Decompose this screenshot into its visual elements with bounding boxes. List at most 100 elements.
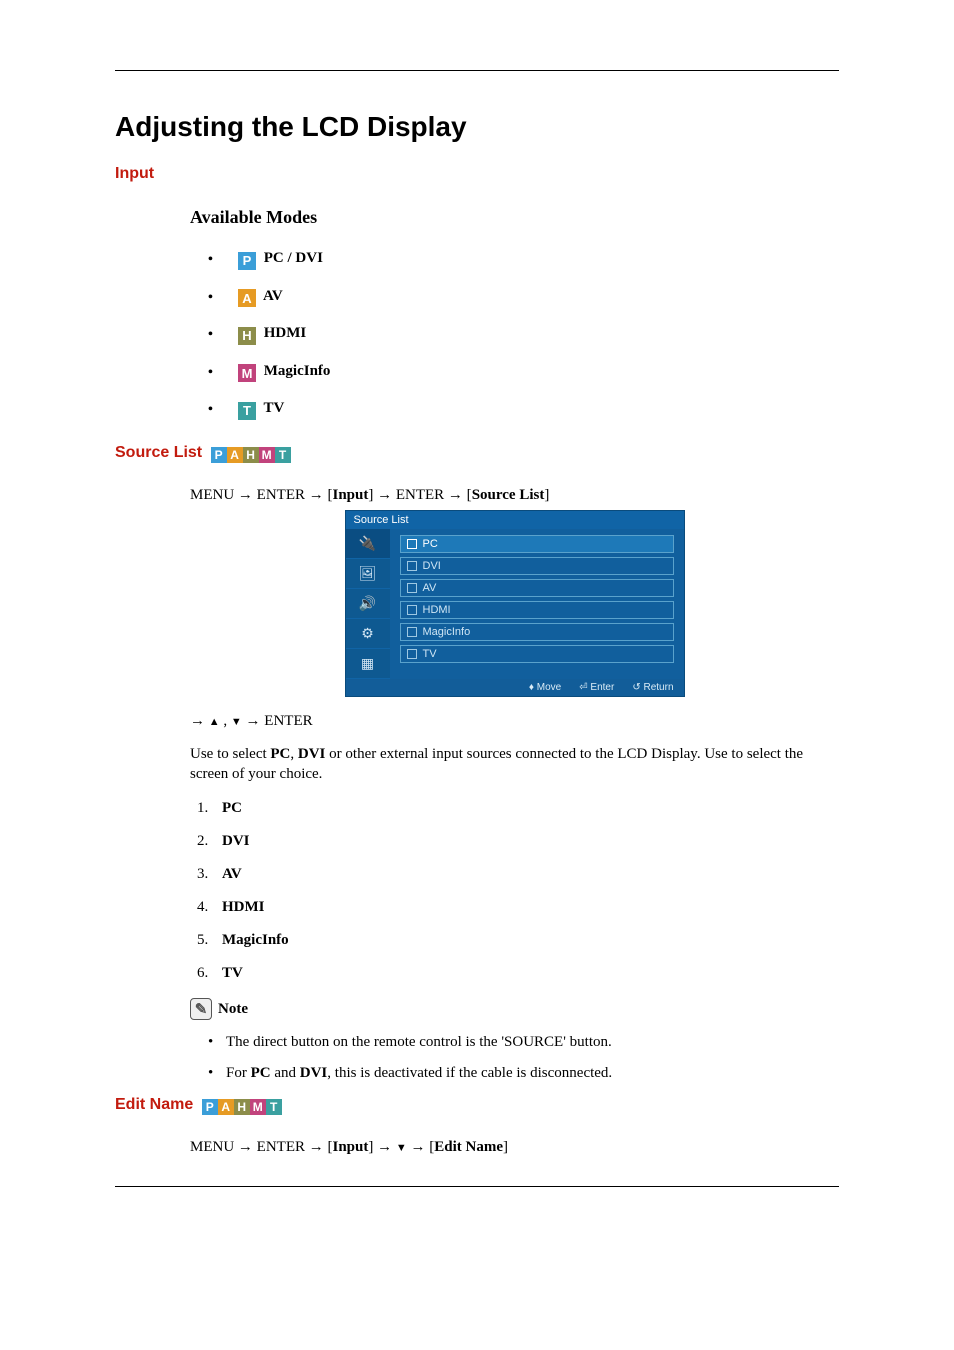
path-text: ] → — [368, 1139, 396, 1155]
osd-item-selected: PC — [400, 535, 674, 553]
list-item: TV — [212, 965, 839, 982]
osd-side-sound-icon: 🔊 — [346, 589, 390, 619]
osd-body: 🔌 🖼 🔊 ⚙ ▦ PC DVI AV HDMI MagicInfo TV — [346, 529, 684, 679]
mode-chip-m-icon: M — [238, 364, 256, 382]
note-heading: ✎ Note — [190, 998, 839, 1020]
osd-foot-enter: ⏎ Enter — [579, 682, 614, 693]
osd-item-label: TV — [423, 648, 437, 660]
note-text: and — [271, 1065, 300, 1081]
section-input: Input — [115, 165, 839, 183]
osd-title: Source List — [346, 511, 684, 529]
mode-chip-h-icon: H — [238, 327, 256, 345]
path-text: MENU → ENTER → [ — [190, 1139, 333, 1155]
osd-foot-move: ♦ Move — [529, 682, 561, 693]
note-label: Note — [218, 1001, 248, 1018]
osd-foot-label: Move — [537, 682, 561, 693]
mode-chip-h-icon: H — [234, 1099, 250, 1115]
section-edit-name-label: Edit Name — [115, 1096, 193, 1113]
section-input-label: Input — [115, 165, 154, 182]
list-item: HDMI — [212, 899, 839, 916]
mode-chip-m-icon: M — [259, 447, 275, 463]
osd-item: AV — [400, 579, 674, 597]
mode-chips-row: P A H M T — [211, 447, 291, 463]
note-text: For — [226, 1065, 251, 1081]
path-text: ] — [544, 487, 549, 503]
ctrl-text: → — [190, 713, 209, 729]
check-icon — [407, 583, 417, 593]
mode-label: HDMI — [264, 325, 307, 341]
section-edit-name: Edit Name P A H M T — [115, 1096, 839, 1115]
list-item: AV — [212, 866, 839, 883]
mode-label: TV — [263, 400, 284, 416]
path-text: ] → ENTER → [ — [368, 487, 471, 503]
mode-chip-a-icon: A — [238, 289, 256, 307]
path-bold: Input — [333, 1139, 369, 1155]
osd-item-label: PC — [423, 538, 438, 550]
path-text: MENU → ENTER → [ — [190, 487, 333, 503]
check-icon — [407, 561, 417, 571]
up-arrow-icon: ▲ — [209, 716, 220, 728]
check-icon — [407, 539, 417, 549]
mode-chip-a-icon: A — [227, 447, 243, 463]
control-sequence: → ▲ , ▼ → ENTER — [190, 713, 839, 730]
ctrl-text: , — [220, 713, 231, 729]
list-item-label: TV — [222, 965, 243, 981]
osd-screenshot: Source List 🔌 🖼 🔊 ⚙ ▦ PC DVI AV HDMI Mag… — [345, 510, 685, 697]
section-source-list-label: Source List — [115, 444, 202, 461]
check-icon — [407, 649, 417, 659]
path-bold: Input — [333, 487, 369, 503]
section-source-list: Source List P A H M T — [115, 444, 839, 463]
path-text: ] — [503, 1139, 508, 1155]
list-item: MagicInfo — [212, 932, 839, 949]
mode-chips-row: P A H M T — [202, 1099, 282, 1115]
osd-main: PC DVI AV HDMI MagicInfo TV — [390, 529, 684, 679]
osd-side-setup-icon: ⚙ — [346, 619, 390, 649]
available-modes-heading: Available Modes — [190, 207, 839, 228]
mode-label: AV — [263, 288, 283, 304]
path-bold: Edit Name — [434, 1139, 503, 1155]
available-modes-list: P PC / DVI A AV H HDMI M MagicInfo T TV — [190, 250, 839, 420]
mode-chip-p-icon: P — [211, 447, 227, 463]
osd-item: TV — [400, 645, 674, 663]
list-item: DVI — [212, 833, 839, 850]
list-item-label: DVI — [222, 833, 250, 849]
osd-item: HDMI — [400, 601, 674, 619]
mode-item: T TV — [208, 400, 839, 420]
desc-bold: PC — [270, 746, 290, 762]
desc-bold: DVI — [298, 746, 326, 762]
osd-foot-label: Return — [643, 682, 673, 693]
osd-side-input-icon: 🔌 — [346, 529, 390, 559]
bottom-rule — [115, 1186, 839, 1187]
list-item-label: AV — [222, 866, 242, 882]
path-text: → [ — [407, 1139, 435, 1155]
note-text: , this is deactivated if the cable is di… — [327, 1065, 612, 1081]
mode-chip-m-icon: M — [250, 1099, 266, 1115]
down-arrow-icon: ▼ — [231, 716, 242, 728]
source-list-menu-path: MENU → ENTER → [Input] → ENTER → [Source… — [190, 487, 839, 504]
check-icon — [407, 627, 417, 637]
mode-item: M MagicInfo — [208, 363, 839, 383]
mode-chip-t-icon: T — [275, 447, 291, 463]
osd-sidebar: 🔌 🖼 🔊 ⚙ ▦ — [346, 529, 390, 679]
osd-side-picture-icon: 🖼 — [346, 559, 390, 589]
top-rule — [115, 70, 839, 71]
mode-label: MagicInfo — [264, 363, 331, 379]
osd-item: MagicInfo — [400, 623, 674, 641]
check-icon — [407, 605, 417, 615]
list-item-label: PC — [222, 800, 242, 816]
mode-label: PC / DVI — [264, 250, 323, 266]
page-title: Adjusting the LCD Display — [115, 111, 839, 143]
mode-chip-p-icon: P — [202, 1099, 218, 1115]
source-list-description: Use to select PC, DVI or other external … — [190, 744, 839, 785]
ctrl-text: → ENTER — [242, 713, 313, 729]
osd-foot-label: Enter — [590, 682, 614, 693]
path-bold: Source List — [472, 487, 545, 503]
osd-item-label: HDMI — [423, 604, 451, 616]
note-bold: DVI — [300, 1065, 328, 1081]
down-arrow-icon: ▼ — [396, 1142, 407, 1154]
osd-item-label: DVI — [423, 560, 441, 572]
note-list: The direct button on the remote control … — [190, 1034, 839, 1082]
osd-side-multi-icon: ▦ — [346, 649, 390, 679]
desc-text: , — [290, 746, 298, 762]
mode-chip-t-icon: T — [266, 1099, 282, 1115]
